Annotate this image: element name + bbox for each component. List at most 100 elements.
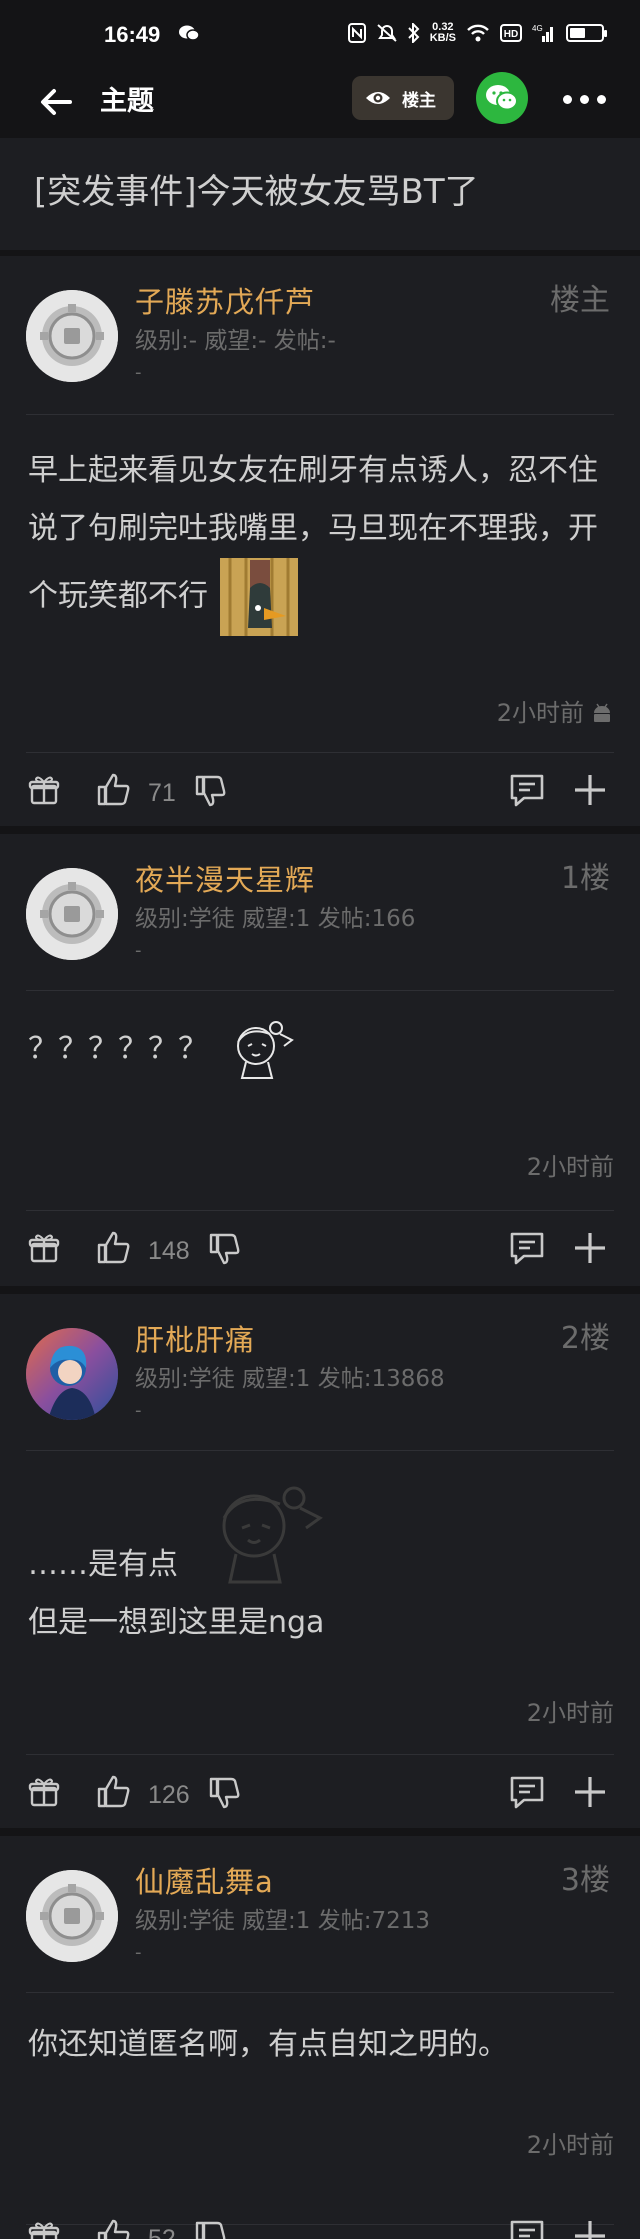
divider bbox=[0, 826, 640, 834]
hd-icon: HD bbox=[500, 24, 522, 42]
username[interactable]: 肝枇肝痛 bbox=[135, 1321, 255, 1359]
avatar[interactable] bbox=[26, 1870, 118, 1962]
reply-icon[interactable] bbox=[508, 2218, 546, 2239]
user-meta: 级别:学徒 威望:1 发帖:7213 bbox=[135, 1908, 431, 1934]
thumbs-up-icon[interactable] bbox=[96, 772, 132, 808]
only-op-label: 楼主 bbox=[402, 90, 436, 111]
wechat-share-button[interactable] bbox=[476, 72, 528, 124]
like-count: 71 bbox=[148, 779, 176, 807]
nfc-icon bbox=[347, 23, 366, 43]
thumbs-down-icon[interactable] bbox=[208, 1776, 242, 1810]
avatar[interactable] bbox=[26, 1328, 118, 1420]
username[interactable]: 子滕苏戊仟芦 bbox=[135, 283, 315, 321]
post-text-line: 但是一想到这里是nga bbox=[28, 1605, 325, 1640]
gift-icon[interactable] bbox=[28, 1776, 60, 1808]
gift-icon[interactable] bbox=[28, 2220, 60, 2239]
post-time: 2小时前 bbox=[527, 2130, 614, 2160]
user-meta: 级别:- 威望:- 发帖:- bbox=[135, 328, 336, 354]
post-time: 2小时前 bbox=[527, 1698, 614, 1728]
user-meta: 级别:学徒 威望:1 发帖:166 bbox=[135, 906, 416, 932]
user-signature: - bbox=[135, 940, 142, 961]
post-content: 早上起来看见女友在刷牙有点诱人，忍不住说了句刷完吐我嘴里，马旦现在不理我，开个玩… bbox=[28, 442, 618, 636]
thumbs-down-icon[interactable] bbox=[194, 2220, 228, 2239]
thumbs-up-icon[interactable] bbox=[96, 1230, 132, 1266]
post-op: 子滕苏戊仟芦 楼主 级别:- 威望:- 发帖:- - 早上起来看见女友在刷牙有点… bbox=[0, 256, 640, 826]
user-signature: - bbox=[135, 362, 142, 383]
post-text-line: ……是有点 bbox=[28, 1547, 178, 1582]
avatar[interactable] bbox=[26, 868, 118, 960]
only-op-button[interactable]: 楼主 bbox=[352, 76, 454, 120]
reply-icon[interactable] bbox=[508, 1774, 546, 1810]
divider bbox=[0, 1828, 640, 1836]
post-time-text: 2小时前 bbox=[526, 2131, 614, 2159]
post-actions: 52 bbox=[0, 2200, 640, 2239]
post-time-text: 2小时前 bbox=[496, 699, 584, 727]
floor-label: 楼主 bbox=[550, 283, 610, 318]
post-time: 2小时前 bbox=[527, 1152, 614, 1182]
plus-icon[interactable] bbox=[572, 1774, 608, 1810]
android-icon bbox=[590, 701, 614, 725]
svg-text:HD: HD bbox=[504, 29, 518, 40]
nav-bar: 主题 楼主 bbox=[0, 68, 640, 138]
thumbs-down-icon[interactable] bbox=[208, 1232, 242, 1266]
user-signature: - bbox=[135, 1400, 142, 1421]
bluetooth-icon bbox=[408, 23, 420, 43]
floor-label: 1楼 bbox=[560, 861, 610, 896]
eye-icon bbox=[364, 88, 392, 108]
post-actions: 148 bbox=[0, 1212, 640, 1284]
like-count: 126 bbox=[148, 1781, 190, 1809]
post-floor-3: 仙魔乱舞a 3楼 级别:学徒 威望:1 发帖:7213 - 你还知道匿名啊，有点… bbox=[0, 1836, 640, 2239]
divider bbox=[26, 752, 614, 753]
post-text: ？？？？？？ bbox=[28, 1031, 208, 1067]
post-floor-1: 夜半漫天星辉 1楼 级别:学徒 威望:1 发帖:166 - ？？？？？？ 2小时… bbox=[0, 834, 640, 1286]
wechat-notify-icon bbox=[178, 24, 200, 42]
svg-text:4G: 4G bbox=[532, 24, 543, 33]
user-signature: - bbox=[135, 1942, 142, 1963]
plus-icon[interactable] bbox=[572, 1230, 608, 1266]
post-text: 早上起来看见女友在刷牙有点诱人，忍不住说了句刷完吐我嘴里，马旦现在不理我，开个玩… bbox=[28, 453, 598, 614]
signal-4g-icon: 4G bbox=[532, 23, 556, 43]
mute-icon bbox=[376, 23, 398, 43]
topic-title: [突发事件]今天被女友骂BT了 bbox=[0, 138, 640, 250]
net-speed: 0.32 KB/S bbox=[429, 21, 456, 44]
floor-label: 2楼 bbox=[560, 1321, 610, 1356]
wechat-icon bbox=[486, 85, 518, 111]
divider bbox=[26, 1210, 614, 1211]
default-avatar-icon bbox=[26, 868, 118, 960]
wifi-icon bbox=[466, 23, 490, 43]
post-text: 你还知道匿名啊，有点自知之明的。 bbox=[28, 2027, 508, 2062]
thumbs-up-icon[interactable] bbox=[96, 2218, 132, 2239]
thumbs-up-icon[interactable] bbox=[96, 1774, 132, 1810]
thumbs-down-icon[interactable] bbox=[194, 774, 228, 808]
divider bbox=[0, 1286, 640, 1294]
like-count: 52 bbox=[148, 2225, 176, 2239]
plus-icon[interactable] bbox=[572, 2218, 608, 2239]
status-bar: 16:49 0.32 KB/S HD 4G bbox=[0, 0, 640, 68]
reply-icon[interactable] bbox=[508, 1230, 546, 1266]
back-button[interactable] bbox=[36, 82, 76, 122]
username[interactable]: 夜半漫天星辉 bbox=[135, 861, 315, 899]
post-time-text: 2小时前 bbox=[526, 1699, 614, 1727]
post-actions: 126 bbox=[0, 1756, 640, 1828]
user-avatar-image bbox=[26, 1328, 118, 1420]
user-meta: 级别:学徒 威望:1 发帖:13868 bbox=[135, 1366, 445, 1392]
divider bbox=[26, 1450, 614, 1451]
divider bbox=[26, 414, 614, 415]
default-avatar-icon bbox=[26, 290, 118, 382]
more-options-button[interactable] bbox=[556, 82, 612, 116]
like-count: 148 bbox=[148, 1237, 190, 1265]
plus-icon[interactable] bbox=[572, 772, 608, 808]
post-content: ……是有点 但是一想到这里是nga bbox=[28, 1536, 618, 1652]
gift-icon[interactable] bbox=[28, 1232, 60, 1264]
username[interactable]: 仙魔乱舞a bbox=[135, 1863, 274, 1901]
divider bbox=[26, 990, 614, 991]
gift-icon[interactable] bbox=[28, 774, 60, 806]
post-time: 2小时前 bbox=[497, 698, 614, 728]
post-time-text: 2小时前 bbox=[526, 1153, 614, 1181]
reply-icon[interactable] bbox=[508, 772, 546, 808]
sticker-image bbox=[219, 558, 298, 636]
avatar[interactable] bbox=[26, 290, 118, 382]
battery-icon bbox=[566, 24, 607, 42]
post-content: 你还知道匿名啊，有点自知之明的。 bbox=[28, 2016, 618, 2074]
post-floor-2: 肝枇肝痛 2楼 级别:学徒 威望:1 发帖:13868 - ……是有点 但是一想… bbox=[0, 1294, 640, 1828]
